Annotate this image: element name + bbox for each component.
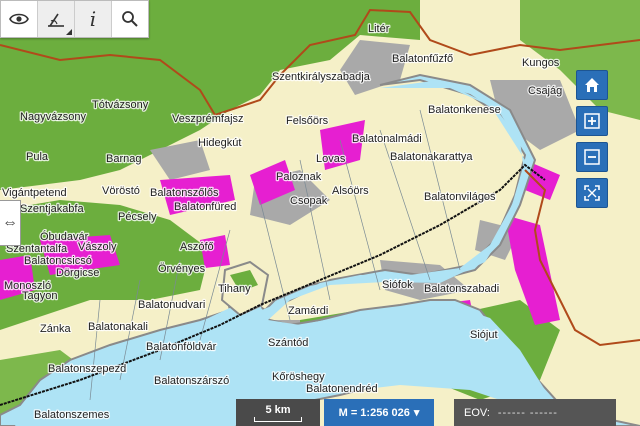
- place-label: Szántód: [268, 337, 308, 349]
- place-label: Balatonudvari: [138, 299, 205, 311]
- horizontal-arrows-icon: ⇔: [2, 214, 18, 231]
- scale-bar-tick: [254, 416, 302, 422]
- map-canvas[interactable]: Litér Balatonfűzfő Kungos Csajág Szentki…: [0, 0, 640, 426]
- eye-icon: [9, 13, 29, 25]
- place-label: Aszófő: [180, 241, 214, 253]
- info-icon: i: [89, 7, 97, 31]
- place-label: Balatoncsicsó: [24, 255, 92, 267]
- search-icon: [122, 11, 138, 27]
- place-label: Litér: [368, 23, 390, 35]
- home-icon: [585, 78, 599, 92]
- place-label: Balatonszőlős: [150, 187, 219, 199]
- zoom-in-button[interactable]: [576, 106, 608, 136]
- place-label: Siófok: [382, 279, 413, 291]
- place-label: Tagyon: [22, 290, 57, 302]
- place-label: Balatonakarattya: [390, 151, 473, 163]
- place-label: Szentkirályszabadja: [272, 71, 371, 83]
- zoom-in-icon: [584, 113, 600, 129]
- info-tool-button[interactable]: i: [75, 1, 112, 37]
- scale-ratio-label: M = 1:256 026: [338, 406, 410, 419]
- measure-tool-button[interactable]: [38, 1, 75, 37]
- place-label: Balatonfüred: [174, 201, 236, 213]
- place-label: Tótvázsony: [92, 99, 149, 111]
- place-label: Vászoly: [78, 241, 117, 253]
- coordinate-value: ------ ------: [497, 406, 558, 419]
- place-label: Hidegkút: [198, 137, 241, 149]
- place-label: Veszprémfajsz: [172, 113, 244, 125]
- side-panel-toggle[interactable]: ⇔: [0, 200, 21, 246]
- place-label: Balatonfűzfő: [392, 53, 453, 65]
- home-button[interactable]: [576, 70, 608, 100]
- place-label: Balatonföldvár: [146, 341, 217, 353]
- place-label: Vöröstó: [102, 185, 140, 197]
- place-label: Balatonszabadi: [424, 283, 499, 295]
- place-label: Siójut: [470, 329, 498, 341]
- coordinate-label: EOV:: [464, 406, 490, 419]
- place-label: Nagyvázsony: [20, 111, 87, 123]
- place-label: Szentjakabfa: [20, 203, 84, 215]
- map-toolbar: i: [0, 0, 149, 38]
- visibility-tool-button[interactable]: [1, 1, 38, 37]
- search-tool-button[interactable]: [112, 1, 148, 37]
- place-label: Alsóörs: [332, 185, 369, 197]
- place-label: Felsőörs: [286, 115, 329, 127]
- place-label: Balatonszemes: [34, 409, 110, 421]
- place-label: Pula: [26, 151, 49, 163]
- ruler-icon: [48, 13, 64, 27]
- place-label: Csajág: [528, 85, 562, 97]
- place-label: Vigántpetend: [2, 187, 67, 199]
- map-controls: [576, 70, 608, 208]
- place-label: Kungos: [522, 57, 560, 69]
- place-label: Tihany: [218, 283, 251, 295]
- place-label: Barnag: [106, 153, 141, 165]
- place-label: Balatonendréd: [306, 383, 378, 395]
- scale-bar: 5 km: [236, 399, 320, 426]
- place-label: Balatonkenese: [428, 104, 501, 116]
- zoom-out-icon: [584, 149, 600, 165]
- place-label: Dörgicse: [56, 267, 99, 279]
- place-label: Lovas: [316, 153, 346, 165]
- place-label: Balatonszárszó: [154, 375, 229, 387]
- place-label: Balatonszepezd: [48, 363, 126, 375]
- place-label: Zánka: [40, 323, 71, 335]
- place-label: Pécsely: [118, 211, 157, 223]
- place-label: Paloznak: [276, 171, 322, 183]
- zoom-out-button[interactable]: [576, 142, 608, 172]
- place-label: Balatonalmádi: [352, 133, 422, 145]
- place-label: Csopak: [290, 195, 328, 207]
- place-label: Zamárdi: [288, 305, 328, 317]
- scale-ratio-select[interactable]: M = 1:256 026 ▾: [324, 399, 434, 426]
- fullscreen-icon: [584, 185, 600, 201]
- scale-bar-label: 5 km: [265, 403, 291, 416]
- place-label: Örvényes: [158, 263, 206, 275]
- coordinate-readout: EOV: ------ ------: [454, 399, 616, 426]
- submenu-indicator: [66, 29, 72, 35]
- place-label: Kőröshegy: [272, 371, 325, 383]
- chevron-down-icon: ▾: [413, 407, 420, 419]
- place-label: Balatonakali: [88, 321, 148, 333]
- place-label: Balatonvilágos: [424, 191, 496, 203]
- fullscreen-button[interactable]: [576, 178, 608, 208]
